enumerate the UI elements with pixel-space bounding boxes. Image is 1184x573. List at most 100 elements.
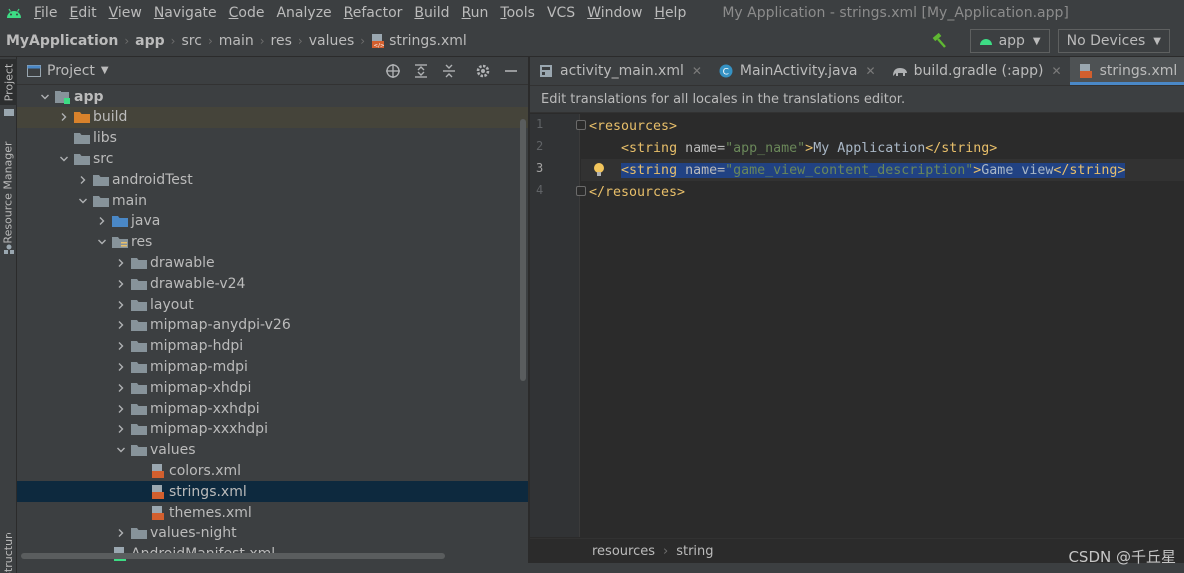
chevron-right-icon: ›	[663, 544, 669, 559]
tree-item[interactable]: drawable-v24	[17, 273, 528, 294]
breadcrumb-app[interactable]: app	[135, 33, 165, 49]
close-icon[interactable]: ✕	[866, 64, 876, 78]
close-icon[interactable]: ✕	[692, 64, 702, 78]
menu-file[interactable]: File	[28, 5, 63, 21]
tree-item[interactable]: libs	[17, 128, 528, 149]
breadcrumb-src[interactable]: src	[181, 33, 201, 49]
chevron-down-icon[interactable]	[113, 442, 129, 458]
tab-build-gradle[interactable]: build.gradle (:app) ✕	[884, 57, 1070, 85]
chevron-right-icon[interactable]	[75, 172, 91, 188]
chevron-right-icon[interactable]	[113, 255, 129, 271]
menu-vcs[interactable]: VCS	[541, 5, 581, 21]
tab-strings-xml[interactable]: strings.xml ✕	[1069, 57, 1184, 85]
project-panel: Project ▼ app build libs src androidTest main…	[17, 57, 529, 573]
tree-item[interactable]: java	[17, 211, 528, 232]
menu-window[interactable]: Window	[581, 5, 648, 21]
tree-item[interactable]: mipmap-anydpi-v26	[17, 315, 528, 336]
xml-file-icon: </>	[371, 33, 385, 49]
chevron-down-icon[interactable]	[56, 151, 72, 167]
java-class-icon: C	[718, 63, 734, 79]
horizontal-scrollbar[interactable]	[21, 553, 445, 559]
tree-item-label: mipmap-xhdpi	[150, 379, 252, 396]
breadcrumb-strings-xml[interactable]: strings.xml	[389, 33, 467, 49]
menu-run[interactable]: Run	[456, 5, 495, 21]
tree-item[interactable]: mipmap-xhdpi	[17, 377, 528, 398]
chevron-right-icon[interactable]	[113, 338, 129, 354]
tree-item[interactable]: build	[17, 106, 528, 128]
tree-item[interactable]: strings.xml	[17, 481, 528, 503]
menu-analyze[interactable]: Analyze	[270, 5, 337, 21]
code-editor[interactable]: <resources> <string name= "app_name" > My A…	[581, 114, 1184, 537]
chevron-right-icon[interactable]	[113, 297, 129, 313]
tree-item-label: build	[93, 109, 128, 126]
tree-item[interactable]: colors.xml	[17, 460, 528, 481]
tree-item[interactable]: androidTest	[17, 169, 528, 190]
build-hammer-icon[interactable]	[928, 30, 950, 52]
chevron-down-icon[interactable]: ▼	[101, 65, 109, 76]
close-icon[interactable]: ✕	[1052, 64, 1062, 78]
breadcrumb-values[interactable]: values	[309, 33, 355, 49]
tree-item[interactable]: app	[17, 86, 528, 107]
tab-activity-main-xml[interactable]: activity_main.xml ✕	[530, 57, 710, 85]
tree-item[interactable]: values-night	[17, 523, 528, 544]
collapse-all-icon[interactable]	[438, 61, 460, 81]
menu-view[interactable]: View	[103, 5, 148, 21]
breadcrumb-project[interactable]: MyApplication	[6, 33, 118, 49]
line-number: 1	[536, 117, 544, 131]
locate-crosshair-icon[interactable]	[382, 61, 404, 81]
chevron-down-icon[interactable]	[94, 234, 110, 250]
tree-item[interactable]: mipmap-mdpi	[17, 356, 528, 377]
project-view-title[interactable]: Project	[47, 63, 95, 79]
menu-navigate[interactable]: Navigate	[148, 5, 223, 21]
tree-item[interactable]: values	[17, 440, 528, 461]
menu-code[interactable]: Code	[223, 5, 271, 21]
chevron-right-icon[interactable]	[94, 213, 110, 229]
tree-item[interactable]: src	[17, 148, 528, 169]
android-studio-logo-icon	[0, 0, 28, 26]
menu-tools[interactable]: Tools	[494, 5, 541, 21]
editor-breadcrumb-resources[interactable]: resources	[592, 544, 655, 559]
tab-mainactivity-java[interactable]: C MainActivity.java ✕	[710, 57, 884, 85]
expand-all-icon[interactable]	[410, 61, 432, 81]
run-config-select[interactable]: app ▼	[969, 29, 1050, 53]
chevron-right-icon[interactable]	[113, 317, 129, 333]
tree-item[interactable]: res	[17, 232, 528, 253]
chevron-right-icon[interactable]	[113, 276, 129, 292]
menu-edit[interactable]: Edit	[63, 5, 102, 21]
chevron-right-icon[interactable]	[113, 380, 129, 396]
gear-icon[interactable]	[472, 61, 494, 81]
tree-item[interactable]: main	[17, 190, 528, 211]
chevron-right-icon[interactable]	[113, 421, 129, 437]
chevron-right-icon[interactable]	[113, 401, 129, 417]
resource-manager-tool-tab[interactable]: Resource Manager	[0, 139, 17, 245]
project-tool-tab[interactable]: Project	[0, 59, 17, 105]
tree-item[interactable]: drawable	[17, 252, 528, 273]
lightbulb-icon[interactable]	[591, 159, 607, 181]
menu-refactor[interactable]: Refactor	[338, 5, 409, 21]
chevron-down-icon[interactable]	[37, 89, 53, 105]
window-title: My Application - strings.xml [My_Applica…	[722, 5, 1069, 21]
breadcrumb-main[interactable]: main	[219, 33, 254, 49]
tree-item-label: mipmap-xxxhdpi	[150, 421, 268, 438]
tree-item[interactable]: layout	[17, 294, 528, 315]
tree-item[interactable]: mipmap-xxhdpi	[17, 398, 528, 419]
chevron-right-icon[interactable]	[56, 109, 72, 125]
editor-breadcrumb-string[interactable]: string	[676, 544, 713, 559]
menu-help[interactable]: Help	[648, 5, 692, 21]
chevron-right-icon[interactable]	[113, 525, 129, 541]
breadcrumb: MyApplication › app › src › main › res ›…	[0, 33, 467, 49]
resources-icon	[0, 243, 17, 255]
chevron-down-icon[interactable]	[75, 193, 91, 209]
structure-tool-tab[interactable]: Structure	[0, 533, 17, 573]
device-select[interactable]: No Devices ▼	[1057, 29, 1170, 53]
folder-icon	[131, 380, 147, 396]
menu-build[interactable]: Build	[408, 5, 455, 21]
chevron-right-icon: ›	[259, 34, 265, 48]
tree-item[interactable]: mipmap-xxxhdpi	[17, 419, 528, 440]
tree-item[interactable]: themes.xml	[17, 502, 528, 523]
chevron-right-icon[interactable]	[113, 359, 129, 375]
vertical-scrollbar[interactable]	[520, 119, 526, 381]
breadcrumb-res[interactable]: res	[271, 33, 292, 49]
tree-item[interactable]: mipmap-hdpi	[17, 336, 528, 357]
minimize-icon[interactable]	[500, 61, 522, 81]
